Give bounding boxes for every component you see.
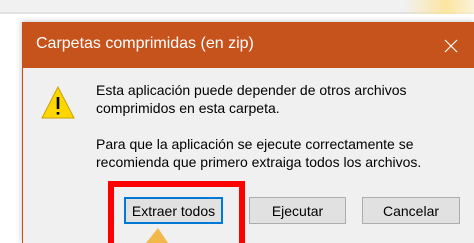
warning-icon [41, 85, 75, 119]
close-button[interactable] [428, 23, 474, 68]
background-divider [0, 12, 474, 14]
dialog-content: Esta aplicación puede depender de otros … [23, 68, 474, 243]
cancel-button[interactable]: Cancelar [362, 197, 460, 224]
message-recommendation: Para que la aplicación se ejecute correc… [96, 136, 422, 170]
extract-all-button[interactable]: Extraer todos [124, 197, 223, 224]
screen: Carpetas comprimidas (en zip) Esta aplic… [0, 0, 474, 243]
close-icon [444, 39, 458, 52]
dialog-title: Carpetas comprimidas (en zip) [36, 35, 254, 52]
run-button[interactable]: Ejecutar [249, 197, 346, 224]
zip-dialog: Carpetas comprimidas (en zip) Esta aplic… [22, 22, 474, 243]
background-glow [404, 0, 474, 14]
dialog-titlebar[interactable]: Carpetas comprimidas (en zip) [23, 23, 474, 68]
message-dependency: Esta aplicación puede depender de otros … [96, 82, 407, 116]
background-window [0, 0, 474, 12]
